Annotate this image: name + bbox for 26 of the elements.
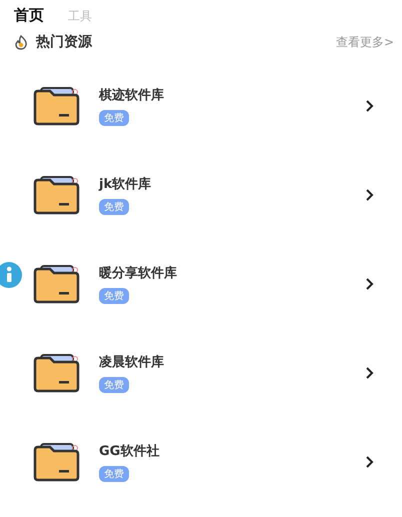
resource-name: 暖分享软件库: [99, 264, 178, 282]
resource-name: jk软件库: [99, 176, 152, 192]
chevron-right-icon[interactable]: [365, 276, 374, 290]
folder-icon: [33, 86, 81, 126]
free-tag: 免费: [99, 198, 129, 214]
free-tag: 免费: [99, 288, 129, 304]
folder-icon: [33, 442, 81, 482]
resource-name: 棋迹软件库: [99, 86, 165, 104]
free-tag: 免费: [99, 466, 129, 482]
info-icon[interactable]: [0, 262, 22, 288]
folder-icon: [33, 352, 81, 392]
tab[interactable]: 首页: [14, 6, 44, 25]
folder-icon: [33, 264, 81, 304]
section-title: 热门资源: [36, 33, 92, 51]
tab[interactable]: 工具: [68, 8, 92, 25]
free-tag: 免费: [99, 376, 129, 392]
free-tag: 免费: [99, 110, 129, 126]
folder-icon: [33, 174, 81, 214]
view-more-link[interactable]: 查看更多>: [336, 34, 394, 50]
resource-name: 凌晨软件库: [99, 354, 165, 370]
chevron-right-icon[interactable]: [365, 188, 374, 202]
chevron-right-icon[interactable]: [365, 98, 374, 112]
chevron-right-icon[interactable]: [365, 366, 374, 380]
chevron-right-icon[interactable]: [365, 454, 374, 468]
resource-name: GG软件社: [99, 442, 160, 460]
flame-icon: [14, 34, 28, 50]
